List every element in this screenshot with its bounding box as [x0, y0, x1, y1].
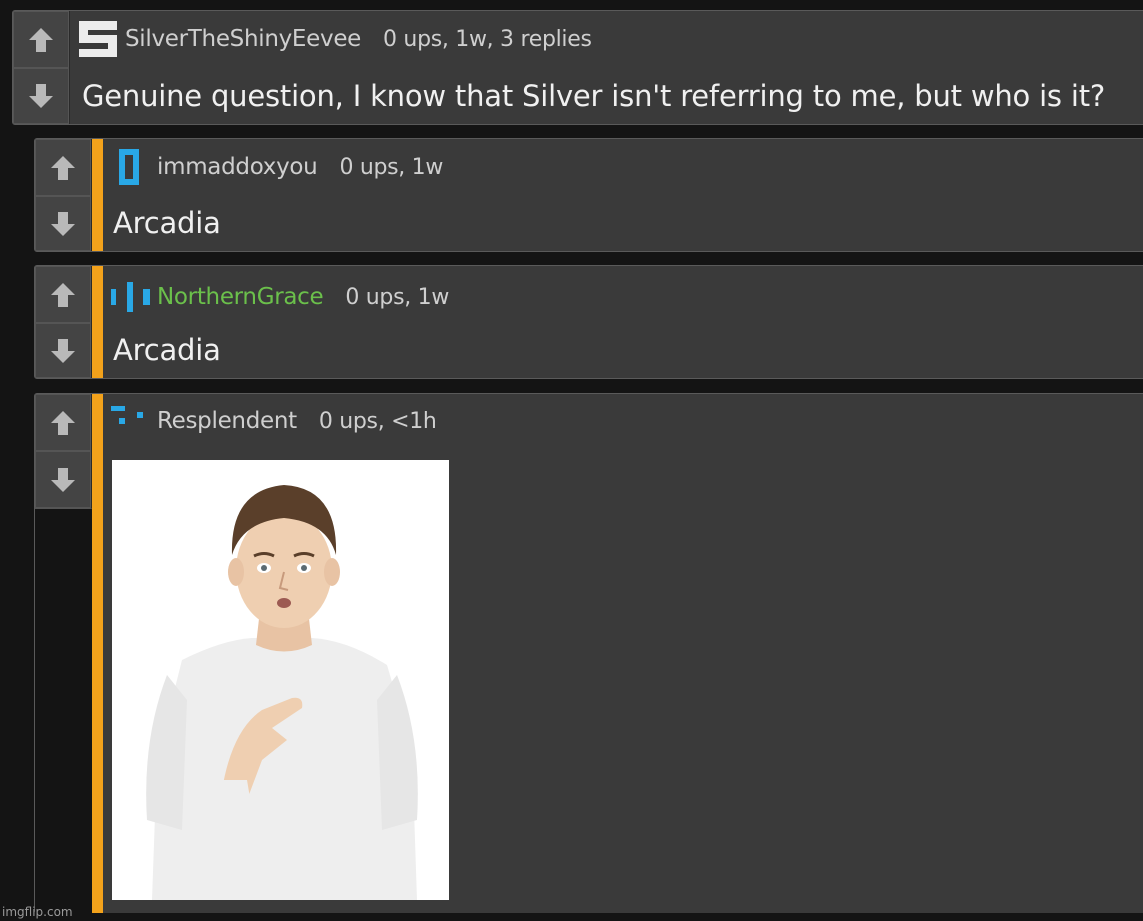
downvote-arrow-icon [51, 211, 75, 236]
vote-column [13, 11, 70, 124]
downvote-button[interactable] [35, 196, 91, 251]
upvote-button[interactable] [35, 394, 91, 451]
upvote-arrow-icon [51, 282, 75, 307]
upvote-arrow-icon [51, 410, 75, 435]
username[interactable]: SilverTheShinyEevee [125, 26, 361, 52]
comment-meta: immaddoxyou 0 ups, 1w [117, 147, 443, 187]
comment-2: immaddoxyou 0 ups, 1w Arcadia [34, 138, 1143, 252]
comment-stats: 0 ups, 1w [339, 154, 444, 180]
comment-text: Arcadia [113, 333, 221, 367]
comment-text: Arcadia [113, 206, 221, 240]
upvote-arrow-icon [51, 155, 75, 180]
downvote-arrow-icon [29, 84, 53, 108]
upvote-button[interactable] [35, 139, 91, 196]
person-photo [112, 460, 449, 900]
comment-stats: 0 ups, 1w, 3 replies [383, 26, 592, 52]
comment-3: NorthernGrace 0 ups, 1w Arcadia [34, 265, 1143, 379]
avatar[interactable] [109, 404, 149, 438]
downvote-button[interactable] [13, 68, 69, 124]
reply-indicator [92, 394, 103, 913]
comment-stats: 0 ups, <1h [318, 408, 437, 434]
username[interactable]: NorthernGrace [157, 284, 324, 310]
comment-image[interactable] [112, 460, 449, 900]
upvote-button[interactable] [13, 11, 69, 68]
downvote-arrow-icon [51, 467, 75, 492]
vote-column [35, 394, 92, 509]
username[interactable]: immaddoxyou [157, 154, 318, 180]
reply-indicator [92, 139, 103, 251]
comment-meta: SilverTheShinyEevee 0 ups, 1w, 3 replies [77, 19, 592, 59]
username[interactable]: Resplendent [157, 408, 297, 434]
downvote-button[interactable] [35, 323, 91, 378]
vote-column [35, 266, 92, 378]
watermark: imgflip.com [2, 905, 73, 919]
comment-meta: Resplendent 0 ups, <1h [109, 404, 437, 438]
comment-meta: NorthernGrace 0 ups, 1w [109, 280, 449, 314]
upvote-button[interactable] [35, 266, 91, 323]
downvote-button[interactable] [35, 451, 91, 508]
avatar[interactable] [117, 147, 143, 187]
vote-column [35, 139, 92, 251]
upvote-arrow-icon [29, 27, 53, 52]
comment-1: SilverTheShinyEevee 0 ups, 1w, 3 replies… [12, 10, 1143, 125]
comment-text: Genuine question, I know that Silver isn… [82, 79, 1106, 113]
reply-indicator [92, 266, 103, 378]
avatar[interactable] [77, 19, 121, 59]
downvote-arrow-icon [51, 338, 75, 363]
avatar[interactable] [109, 280, 155, 314]
comment-stats: 0 ups, 1w [345, 284, 450, 310]
